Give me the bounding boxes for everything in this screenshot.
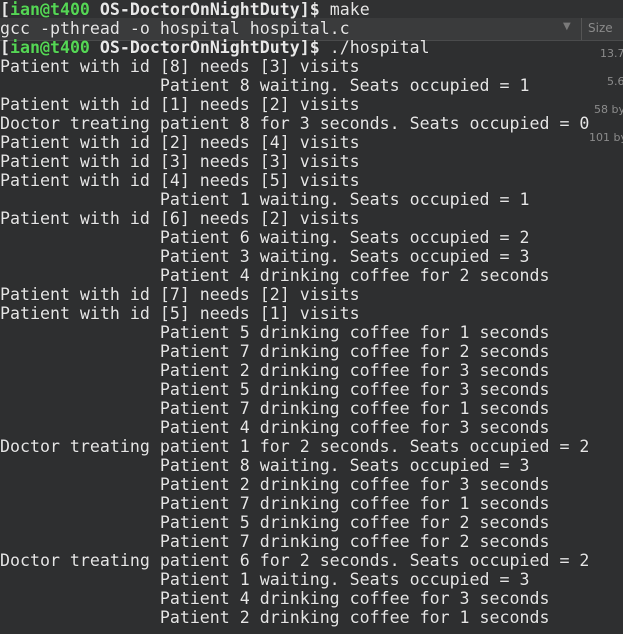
command-text: make <box>329 0 370 19</box>
prompt-directory: OS-DoctorOnNightDuty <box>89 38 300 57</box>
prompt-bracket-close: ]$ <box>299 0 330 19</box>
screen: ▼ Size 13.7 5.6 58 by 101 by [ian@t400 O… <box>0 0 623 634</box>
output-line: Patient 2 drinking coffee for 1 seconds <box>0 608 550 627</box>
output-line: Patient with id [2] needs [4] visits <box>0 133 360 152</box>
output-line: Patient 5 drinking coffee for 3 seconds <box>0 380 550 399</box>
prompt-line-run: [ian@t400 OS-DoctorOnNightDuty]$ ./hospi… <box>0 38 430 57</box>
output-line: Patient with id [4] needs [5] visits <box>0 171 360 190</box>
output-line: Patient 5 drinking coffee for 1 seconds <box>0 323 550 342</box>
output-line: Patient with id [5] needs [1] visits <box>0 304 360 323</box>
output-line: Patient with id [3] needs [3] visits <box>0 152 360 171</box>
output-line: Doctor treating patient 6 for 2 seconds.… <box>0 551 590 570</box>
prompt-user-host: ian@t400 <box>10 38 90 57</box>
prompt-directory: OS-DoctorOnNightDuty <box>89 0 300 19</box>
output-line: Patient 7 drinking coffee for 2 seconds <box>0 532 550 551</box>
output-line: Patient with id [1] needs [2] visits <box>0 95 360 114</box>
output-line: Patient 2 drinking coffee for 3 seconds <box>0 475 550 494</box>
prompt-bracket-open: [ <box>0 0 10 19</box>
output-line: Patient 7 drinking coffee for 2 seconds <box>0 342 550 361</box>
prompt-bracket-close: ]$ <box>299 38 330 57</box>
output-line: Patient 4 drinking coffee for 2 seconds <box>0 266 550 285</box>
command-text: ./hospital <box>329 38 430 57</box>
prompt-bracket-open: [ <box>0 38 10 57</box>
output-line: Patient with id [8] needs [3] visits <box>0 57 360 76</box>
output-line: Patient 2 drinking coffee for 3 seconds <box>0 361 550 380</box>
output-line: Patient 7 drinking coffee for 1 seconds <box>0 399 550 418</box>
output-line: Patient 3 waiting. Seats occupied = 3 <box>0 247 530 266</box>
output-line: Patient 7 drinking coffee for 1 seconds <box>0 494 550 513</box>
output-line: Patient with id [7] needs [2] visits <box>0 285 360 304</box>
terminal-window[interactable]: [ian@t400 OS-DoctorOnNightDuty]$ make gc… <box>0 0 623 634</box>
output-line: Patient 8 waiting. Seats occupied = 3 <box>0 456 530 475</box>
compile-output-line: gcc -pthread -o hospital hospital.c <box>0 19 350 38</box>
prompt-line-make: [ian@t400 OS-DoctorOnNightDuty]$ make <box>0 0 370 19</box>
output-line: Doctor treating patient 1 for 2 seconds.… <box>0 437 590 456</box>
output-line: Patient 6 waiting. Seats occupied = 2 <box>0 228 530 247</box>
output-line: Patient 1 waiting. Seats occupied = 3 <box>0 570 530 589</box>
prompt-user-host: ian@t400 <box>10 0 90 19</box>
output-line: Doctor treating patient 8 for 3 seconds.… <box>0 114 590 133</box>
output-line: Patient 4 drinking coffee for 3 seconds <box>0 418 550 437</box>
output-line: Patient 8 waiting. Seats occupied = 1 <box>0 76 530 95</box>
output-line: Patient 5 drinking coffee for 2 seconds <box>0 513 550 532</box>
output-line: Patient with id [6] needs [2] visits <box>0 209 360 228</box>
output-line: Patient 1 waiting. Seats occupied = 1 <box>0 190 530 209</box>
output-line: Patient 4 drinking coffee for 3 seconds <box>0 589 550 608</box>
